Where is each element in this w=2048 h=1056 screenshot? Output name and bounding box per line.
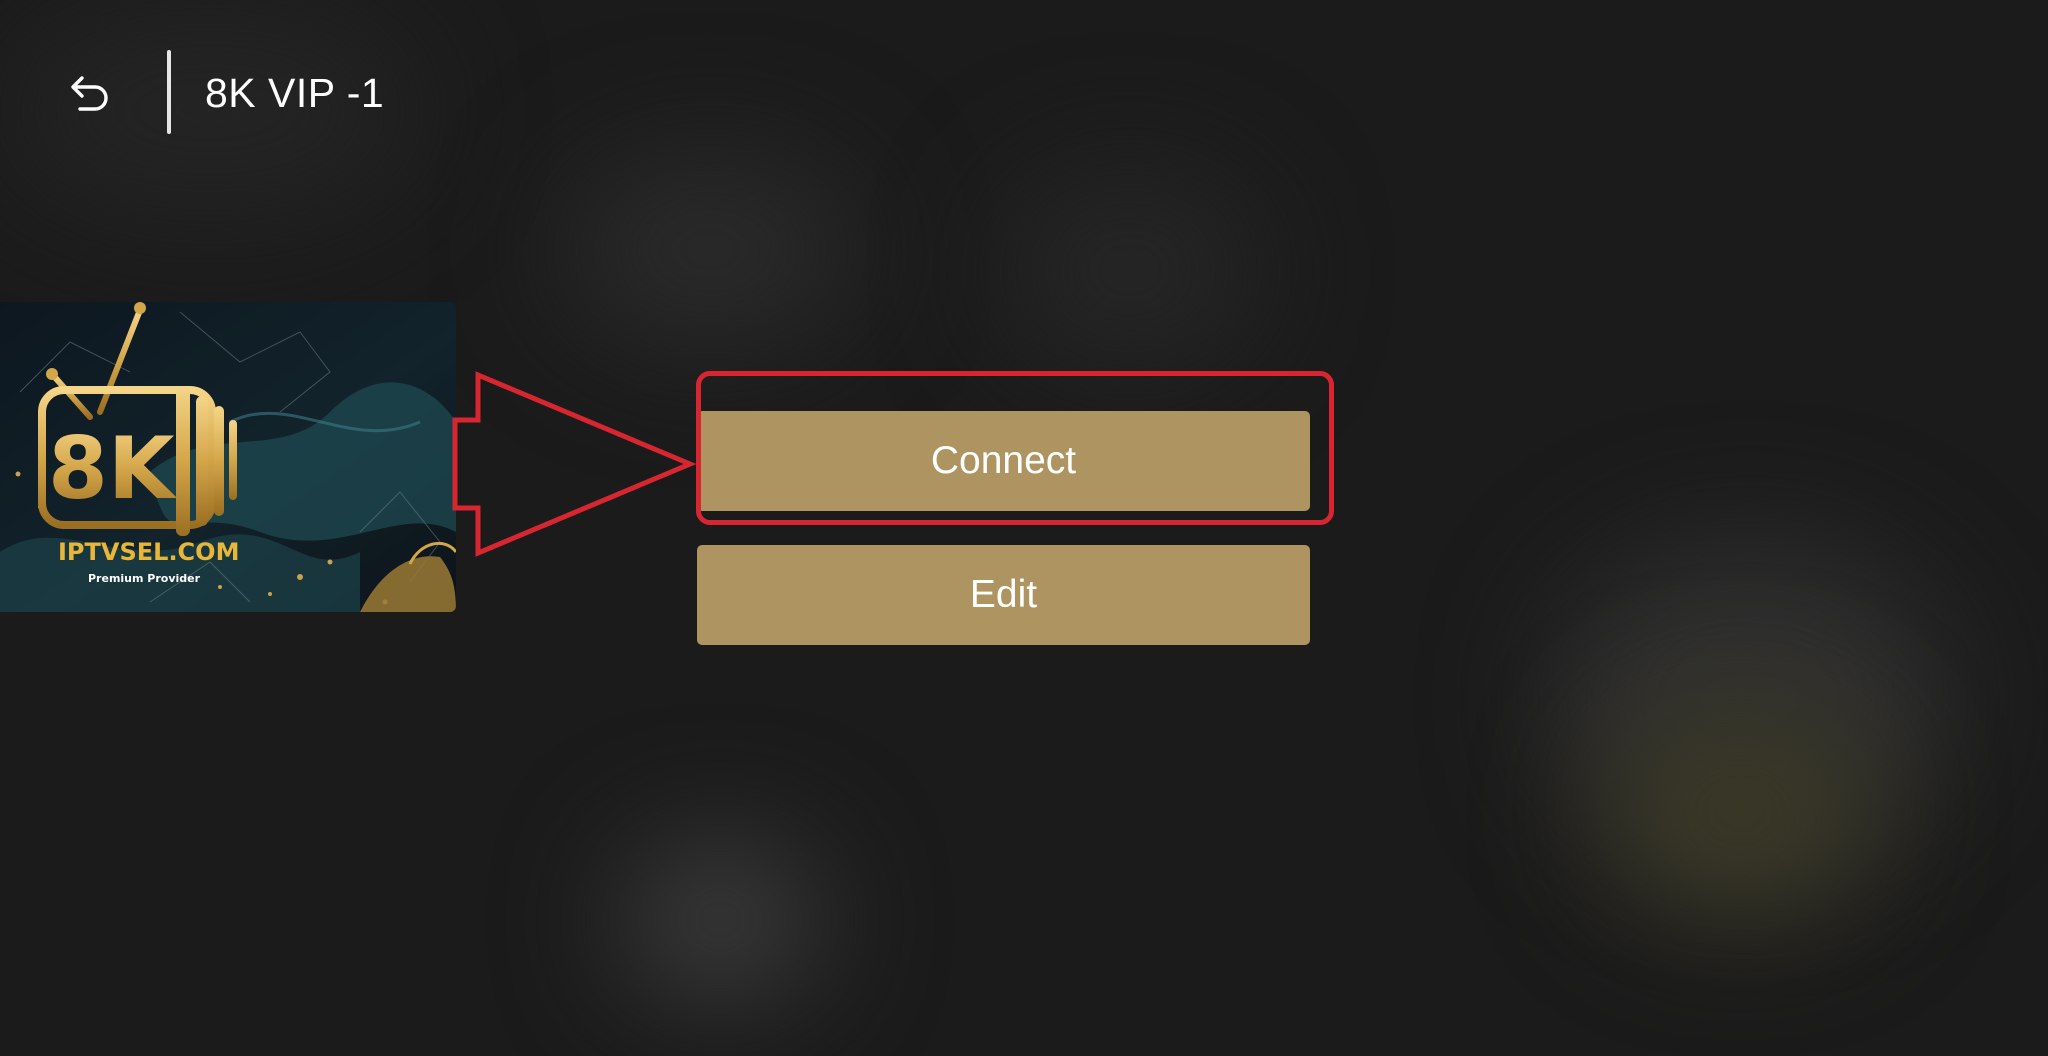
thumbnail-tagline: Premium Provider (88, 572, 201, 585)
edit-button[interactable]: Edit (697, 545, 1310, 645)
back-arrow-icon (71, 76, 108, 111)
background-glow (1600, 700, 1880, 920)
top-bar: 8K VIP -1 (0, 0, 800, 190)
thumbnail-logo-text: 8K (48, 419, 178, 519)
annotation-arrow-icon (452, 371, 697, 557)
back-button[interactable] (62, 66, 118, 122)
connect-button-label: Connect (930, 439, 1077, 482)
screen: 8K VIP -1 8K IPTVSEL.COM Premium Provide… (0, 0, 2048, 1056)
page-title: 8K VIP -1 (205, 70, 385, 116)
connect-button[interactable]: Connect (697, 411, 1310, 511)
playlist-thumbnail-art: 8K IPTVSEL.COM Premium Provider (0, 302, 456, 612)
header-divider (167, 50, 171, 134)
thumbnail-brand-text: IPTVSEL.COM (58, 538, 239, 566)
background-glow (620, 840, 820, 1000)
background-glow (1000, 170, 1260, 370)
playlist-thumbnail: 8K IPTVSEL.COM Premium Provider (0, 302, 456, 612)
edit-button-label: Edit (969, 573, 1038, 616)
